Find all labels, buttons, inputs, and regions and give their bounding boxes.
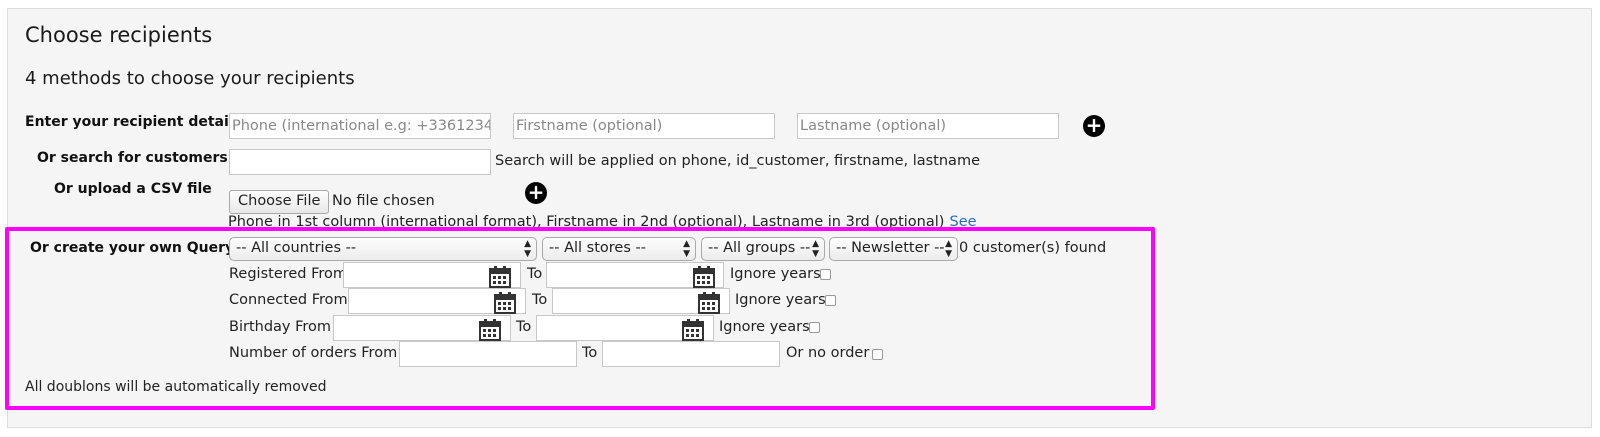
lastname-input[interactable]: Lastname (optional) (797, 113, 1059, 139)
upload-csv-label: Or upload a CSV file (54, 181, 212, 197)
phone-input[interactable]: Phone (international e.g: +33612345678) (229, 113, 491, 139)
csv-hint-row: Phone in 1st column (international forma… (228, 211, 1028, 228)
csv-hint: Phone in 1st column (international forma… (228, 214, 945, 228)
add-csv-plus-icon[interactable]: + (525, 182, 547, 204)
search-customers-input[interactable] (229, 149, 491, 175)
firstname-input[interactable]: Firstname (optional) (513, 113, 775, 139)
recipient-details-label: Enter your recipient details (25, 114, 242, 130)
page-title: Choose recipients (25, 23, 213, 47)
file-status: No file chosen (332, 193, 435, 209)
query-section-highlight (5, 227, 1155, 410)
section-subtitle: 4 methods to choose your recipients (25, 68, 355, 89)
add-recipient-plus-icon[interactable]: + (1083, 115, 1105, 137)
search-hint: Search will be applied on phone, id_cust… (495, 153, 980, 169)
search-customers-label: Or search for customers (37, 150, 228, 166)
